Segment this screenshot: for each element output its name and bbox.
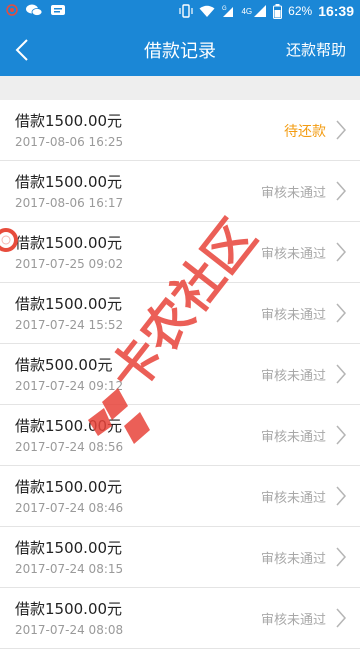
chevron-right-icon — [336, 242, 347, 262]
loan-status: 审核未通过 — [260, 369, 326, 384]
loan-amount: 借款1500.00元 — [15, 478, 123, 496]
loan-time: 2017-08-06 16:17 — [15, 196, 124, 210]
message-icon — [51, 5, 65, 15]
loan-record-row[interactable]: 借款1500.00元 2017-07-24 08:15 审核未通过 — [0, 527, 360, 588]
loan-amount: 借款1500.00元 — [15, 112, 123, 130]
loan-status: 审核未通过 — [260, 186, 326, 201]
loan-amount: 借款500.00元 — [15, 356, 113, 374]
loan-status: 审核未通过 — [260, 308, 326, 323]
chevron-right-icon — [336, 364, 347, 384]
loan-status: 审核未通过 — [260, 491, 326, 506]
signal-g-icon: G — [222, 6, 234, 17]
loan-status: 审核未通过 — [260, 247, 326, 262]
loan-time: 2017-07-24 08:08 — [15, 623, 124, 637]
battery-icon — [273, 3, 283, 19]
loan-record-row[interactable]: 借款500.00元 2017-07-24 09:12 审核未通过 — [0, 344, 360, 405]
svg-text:G: G — [222, 6, 227, 12]
network-type: 4G — [241, 6, 253, 16]
chevron-right-icon — [336, 303, 347, 323]
loan-time: 2017-07-24 08:46 — [15, 501, 124, 515]
loan-status: 审核未通过 — [260, 430, 326, 445]
clock: 16:39 — [318, 3, 354, 19]
loan-status: 审核未通过 — [260, 552, 326, 567]
loan-record-row[interactable]: 借款1500.00元 2017-07-25 09:02 审核未通过 — [0, 222, 360, 283]
loan-record-row[interactable]: 借款1500.00元 2017-07-24 15:52 审核未通过 — [0, 283, 360, 344]
wechat-icon — [26, 4, 42, 16]
loan-amount: 借款1500.00元 — [15, 295, 123, 313]
loan-time: 2017-07-24 15:52 — [15, 318, 124, 332]
loan-record-row[interactable]: 借款1500.00元 2017-08-06 16:25 待还款 — [0, 100, 360, 161]
loan-time: 2017-07-24 09:12 — [15, 379, 124, 393]
loan-time: 2017-08-06 16:25 — [15, 135, 124, 149]
chevron-right-icon — [336, 486, 347, 506]
app-header: 借款记录 还款帮助 — [0, 24, 360, 76]
floating-lifebuoy-icon[interactable] — [0, 226, 18, 254]
loan-time: 2017-07-24 08:15 — [15, 562, 124, 576]
signal-4g-icon — [254, 5, 267, 17]
loan-record-row[interactable]: 借款1500.00元 2017-08-06 16:17 审核未通过 — [0, 161, 360, 222]
loan-amount: 借款1500.00元 — [15, 600, 123, 618]
chevron-right-icon — [336, 547, 347, 567]
chevron-right-icon — [336, 608, 347, 628]
notification-icon — [6, 4, 18, 16]
loan-time: 2017-07-25 09:02 — [15, 257, 124, 271]
loan-amount: 借款1500.00元 — [15, 173, 123, 191]
vibrate-icon — [179, 4, 194, 18]
chevron-right-icon — [336, 181, 347, 201]
loan-amount: 借款1500.00元 — [15, 417, 123, 435]
repayment-help-link[interactable]: 还款帮助 — [286, 39, 346, 60]
wifi-icon — [199, 5, 215, 17]
chevron-right-icon — [336, 120, 347, 140]
battery-percent: 62% — [288, 4, 313, 18]
loan-amount: 借款1500.00元 — [15, 539, 123, 557]
status-bar: G 4G 62% 16:39 — [0, 0, 360, 24]
loan-record-row[interactable]: 借款1500.00元 2017-07-24 08:56 审核未通过 — [0, 405, 360, 466]
loan-status-pending: 待还款 — [284, 124, 326, 140]
chevron-right-icon — [336, 425, 347, 445]
loan-amount: 借款1500.00元 — [15, 234, 123, 252]
loan-time: 2017-07-24 08:56 — [15, 440, 124, 454]
loan-status: 审核未通过 — [260, 613, 326, 628]
loan-record-list: 借款1500.00元 2017-08-06 16:25 待还款 借款1500.0… — [0, 100, 360, 649]
loan-record-row[interactable]: 借款1500.00元 2017-07-24 08:46 审核未通过 — [0, 466, 360, 527]
